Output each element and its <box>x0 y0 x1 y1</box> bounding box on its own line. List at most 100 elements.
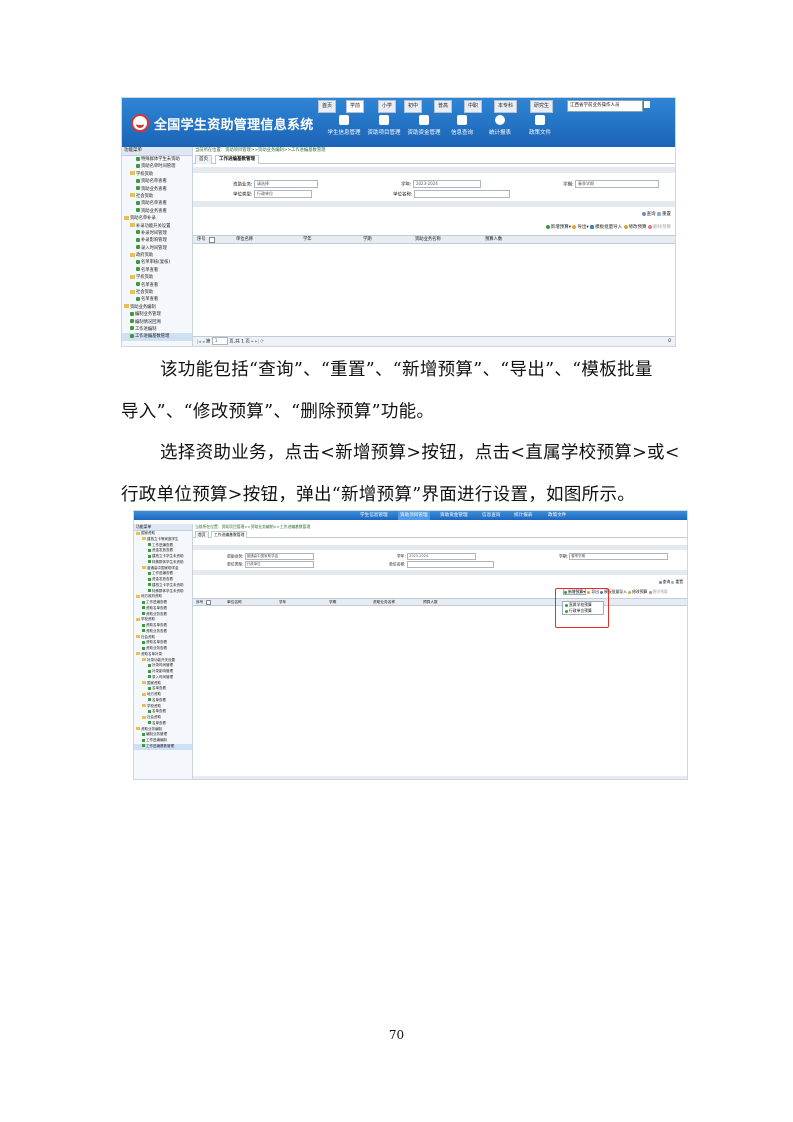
edit-budget-button[interactable]: 修改预算 <box>623 224 647 230</box>
delete-budget-button[interactable]: 删除预算 <box>648 589 668 594</box>
unit-type-select[interactable]: 行政单位 <box>244 561 314 568</box>
sidebar-item[interactable]: 社会资助 <box>122 193 192 200</box>
query-button[interactable]: 查询 <box>658 579 670 584</box>
business-select[interactable]: 请选择 <box>253 180 318 188</box>
admin-unit-budget-option[interactable]: 行政单位预算 <box>563 608 603 614</box>
sidebar-item-label: 资助业务查看 <box>146 611 167 616</box>
sidebar-item[interactable]: 资助名单补录 <box>122 215 192 222</box>
tab-budget-base[interactable]: 工作进编基数管理 <box>211 531 248 538</box>
students-icon <box>339 115 349 125</box>
sidebar-item[interactable]: 资助业务查看 <box>122 186 192 193</box>
tab-home[interactable]: 首页 <box>195 155 212 164</box>
sidebar-item[interactable]: 名单查看 <box>122 296 192 303</box>
first-page-icon[interactable]: |◂ ◂ <box>197 340 204 345</box>
sidebar-item[interactable]: 工作进编制 <box>122 326 192 333</box>
year-select[interactable]: 2023-2024 <box>412 180 481 188</box>
paragraph-1-line-1: 该功能包括“查询”、“重置”、“新增预算”、“导出”、“模板批量 <box>160 360 653 380</box>
sidebar-item-label: 特殊群体学生未资助 <box>152 559 184 564</box>
reset-button[interactable]: 重置 <box>657 211 671 217</box>
sidebar-item[interactable]: 资助名单查看 <box>122 178 192 185</box>
role-select[interactable]: 江西省学前业务操作人员 <box>567 100 643 112</box>
sidebar-item[interactable]: 补录功能开关设置 <box>122 223 192 230</box>
nav-project-management[interactable]: 资助项目管理 <box>398 511 430 520</box>
top-tab-junior[interactable]: 初中 <box>404 100 423 113</box>
paragraph-1-line-2: 导入”、“修改预算”、“删除预算”功能。 <box>121 402 435 422</box>
top-tab-primary[interactable]: 小学 <box>378 100 397 113</box>
tab-strip: 首页 工作进编基数管理 <box>193 530 687 538</box>
leaf-icon <box>148 669 151 673</box>
unit-name-input[interactable] <box>413 190 510 198</box>
nav-stat-reports[interactable]: 统计报表 <box>514 511 532 520</box>
top-tab-vocational[interactable]: 中职 <box>464 100 483 113</box>
sidebar-item[interactable]: 编制业务管理 <box>122 311 192 318</box>
delete-budget-button[interactable]: 删除预算 <box>648 224 671 230</box>
sidebar-item[interactable]: 社会资助 <box>122 289 192 296</box>
add-budget-button[interactable]: 新增预算▾ <box>545 224 571 230</box>
refresh-icon[interactable]: ⟳ <box>260 340 264 345</box>
exit-icon[interactable] <box>644 101 650 108</box>
nav-fund-management[interactable]: 资助资金管理 <box>404 115 444 136</box>
tab-home[interactable]: 首页 <box>195 531 209 538</box>
edit-budget-button[interactable]: 修改预算 <box>628 589 647 594</box>
sidebar-item[interactable]: 补录影响管理 <box>122 237 192 244</box>
nav-policy-docs[interactable]: 政策文件 <box>548 511 566 520</box>
folder-icon <box>136 727 140 730</box>
export-button[interactable]: 导出▾ <box>572 224 589 230</box>
sidebar-item[interactable]: 名单审核(复核) <box>122 259 192 266</box>
top-tab-senior[interactable]: 普高 <box>434 100 453 113</box>
sidebar-item[interactable]: 资助名单查看 <box>122 200 192 207</box>
next-page-icon[interactable]: ▸ ▸| <box>251 340 258 345</box>
nav-fund-management[interactable]: 资助资金管理 <box>440 511 468 520</box>
top-tab-graduate[interactable]: 研究生 <box>530 100 554 113</box>
top-tab-home[interactable]: 首页 <box>318 100 337 113</box>
business-select[interactable]: 普通高中国家助学金 <box>244 553 314 560</box>
unit-name-input[interactable] <box>406 561 494 568</box>
term-select[interactable]: 春季学期 <box>574 180 659 188</box>
nav-student-info[interactable]: 学生信息管理 <box>324 115 364 136</box>
nav-stat-reports[interactable]: 统计报表 <box>480 115 520 136</box>
leaf-icon <box>136 230 140 235</box>
sidebar-item[interactable]: 编制情况回溯 <box>122 319 192 326</box>
sidebar-item[interactable]: 录入时间管理 <box>122 245 192 252</box>
scrollbar[interactable] <box>193 776 687 779</box>
nav-student-info[interactable]: 学生信息管理 <box>360 511 388 520</box>
tab-budget-base[interactable]: 工作进编基数管理 <box>215 155 259 164</box>
unit-type-select[interactable]: 行政单位 <box>253 190 312 198</box>
year-select[interactable]: 2023-2024 <box>407 553 477 560</box>
leaf-icon <box>136 178 140 183</box>
sidebar-item[interactable]: 学校资助 <box>122 274 192 281</box>
nav-info-query[interactable]: 信息查询 <box>482 511 500 520</box>
col-unit-name: 单位名称 <box>227 600 242 604</box>
import-template-button[interactable]: 模板批量导入 <box>590 224 622 230</box>
sidebar-item[interactable]: 名单查看 <box>122 282 192 289</box>
top-tab-college[interactable]: 本专科 <box>494 100 518 113</box>
select-all-checkbox[interactable] <box>206 600 211 605</box>
select-all-checkbox[interactable] <box>209 237 215 243</box>
term-select[interactable]: 春季学期 <box>569 553 669 560</box>
nav-policy-docs[interactable]: 政策文件 <box>520 115 560 136</box>
sidebar-item[interactable]: 学校资助 <box>122 171 192 178</box>
sidebar-item[interactable]: 工作进编基数管理 <box>122 333 192 341</box>
page-input[interactable]: 1 <box>211 337 228 345</box>
sidebar-item-label: 社会资助 <box>147 715 161 719</box>
sidebar-item-label: 录入时间管理 <box>152 674 173 679</box>
sidebar-item[interactable]: 资助名单时间管理 <box>122 163 192 170</box>
reset-button[interactable]: 重置 <box>671 579 683 584</box>
sidebar-item-label: 社会资助 <box>136 290 154 296</box>
sidebar-item[interactable]: 政府资助 <box>122 252 192 259</box>
query-button[interactable]: 查询 <box>641 211 656 217</box>
top-tab-preschool[interactable]: 学前 <box>346 100 365 113</box>
sidebar-item[interactable]: 工作进编基数管理 <box>134 743 192 750</box>
leaf-icon <box>130 326 134 331</box>
nav-project-management[interactable]: 资助项目管理 <box>364 115 404 136</box>
sidebar-item[interactable]: 资助业务查看 <box>122 208 192 215</box>
leaf-icon <box>148 663 151 667</box>
leaf-icon <box>148 589 151 592</box>
sidebar-item[interactable]: 资助业务编制 <box>122 304 192 311</box>
term-filter: 学期: 春季学期 <box>563 180 659 188</box>
nav-info-query[interactable]: 信息查询 <box>442 115 482 136</box>
sidebar-item[interactable]: 特殊群体学生未资助 <box>122 156 192 163</box>
sidebar-item-label: 编制业务管理 <box>135 312 161 318</box>
sidebar-item[interactable]: 补录时间管理 <box>122 230 192 237</box>
sidebar-item[interactable]: 名单查看 <box>122 267 192 274</box>
